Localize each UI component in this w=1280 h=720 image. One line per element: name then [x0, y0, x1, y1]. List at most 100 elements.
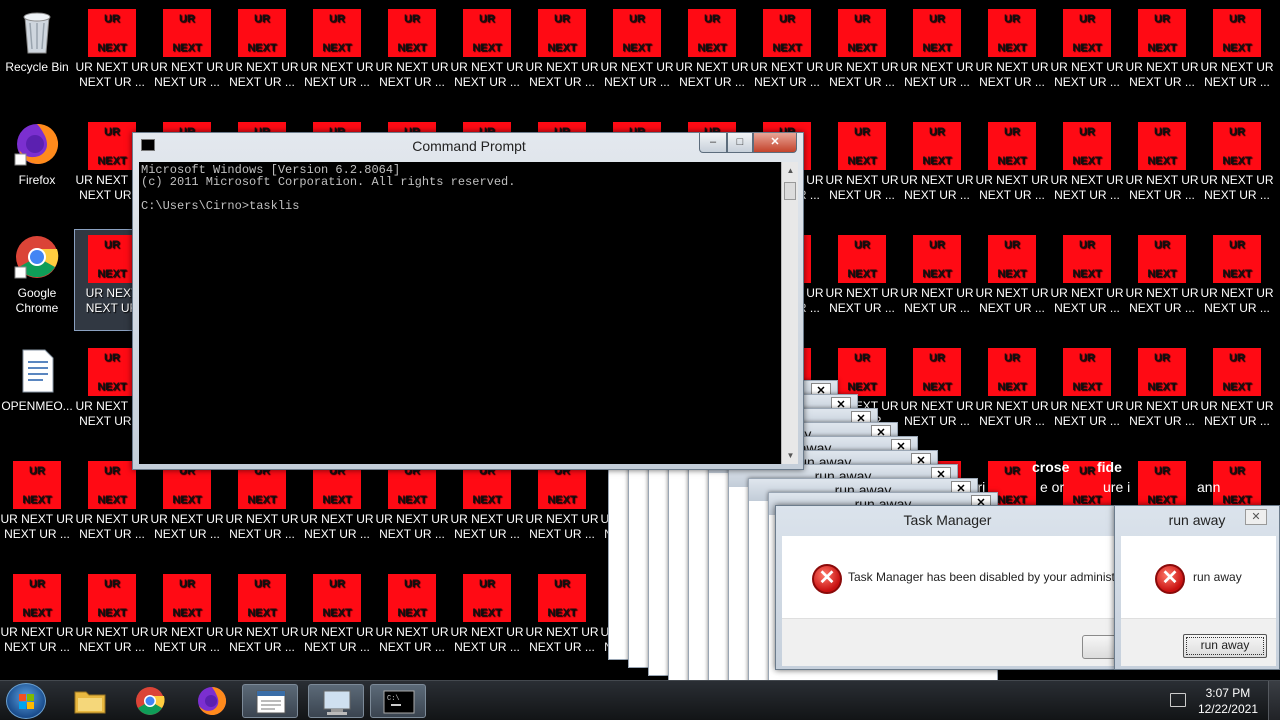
ur-next-shortcut[interactable]: URNEXTUR NEXT URNEXT UR ... — [1125, 343, 1199, 443]
ur-next-shortcut[interactable]: URNEXTUR NEXT URNEXT UR ... — [900, 230, 974, 330]
ur-next-shortcut[interactable]: URNEXTUR NEXT URNEXT UR ... — [525, 569, 599, 669]
scroll-up-icon[interactable]: ▲ — [782, 162, 799, 179]
ur-next-shortcut[interactable]: URNEXTUR NEXT URNEXT UR ... — [450, 456, 524, 556]
ur-next-shortcut[interactable]: URNEXTUR NEXT URNEXT UR ... — [1050, 117, 1124, 217]
taskbar-firefox[interactable] — [184, 684, 240, 718]
ur-next-shortcut[interactable]: URNEXTUR NEXT URNEXT UR ... — [1200, 230, 1274, 330]
ur-next-shortcut[interactable]: URNEXTUR NEXT URNEXT UR ... — [900, 117, 974, 217]
ur-next-shortcut[interactable]: URNEXTUR NEXT URNEXT UR ... — [1125, 117, 1199, 217]
close-button[interactable]: ✕ — [1245, 509, 1267, 525]
ur-next-shortcut[interactable]: URNEXTUR NEXT URNEXT UR ... — [1050, 4, 1124, 104]
ur-next-shortcut[interactable]: URNEXTUR NEXT URNEXT UR ... — [975, 343, 1049, 443]
scroll-thumb[interactable] — [784, 182, 796, 200]
network-icon[interactable] — [1170, 693, 1186, 707]
ur-next-shortcut[interactable]: URNEXTUR NEXT URNEXT UR ... — [450, 569, 524, 669]
ur-next-shortcut[interactable]: URNEXTUR NEXT URNEXT UR ... — [1200, 117, 1274, 217]
recycle-bin-shortcut[interactable]: Recycle Bin — [0, 4, 74, 104]
ur-next-shortcut[interactable]: URNEXTUR NEXT URNEXT UR ... — [825, 230, 899, 330]
ur-next-shortcut[interactable]: URNEXTUR NEXT URNEXT UR ... — [375, 4, 449, 104]
ur-next-shortcut[interactable]: URNEXTUR NEXT URNEXT UR ... — [75, 456, 149, 556]
document-shortcut[interactable]: OPENMEO... — [0, 343, 74, 443]
label-line: UR NEXT UR — [900, 60, 974, 74]
ur-next-shortcut[interactable]: URNEXTUR NEXT URNEXT UR ... — [225, 4, 299, 104]
ur-next-shortcut[interactable]: URNEXTUR NEXT URNEXT UR ... — [300, 4, 374, 104]
ur-next-shortcut[interactable]: URNEXTUR NEXT URNEXT UR ... — [1050, 343, 1124, 443]
icon-text-bottom: NEXT — [547, 42, 577, 54]
label-line: UR NEXT UR — [1200, 60, 1274, 74]
ur-next-shortcut[interactable]: URNEXTUR NEXT URNEXT UR ... — [1200, 343, 1274, 443]
icon-text-top: UR — [1004, 239, 1020, 251]
ur-next-shortcut[interactable]: URNEXTUR NEXT URNEXT UR ... — [1200, 4, 1274, 104]
ur-next-shortcut[interactable]: URNEXTUR NEXT URNEXT UR ... — [300, 569, 374, 669]
ur-next-label: UR NEXT URNEXT UR ... — [225, 512, 299, 542]
maximize-button[interactable]: □ — [727, 133, 753, 153]
ur-next-shortcut[interactable]: URNEXTUR NEXT URNEXT UR ... — [525, 456, 599, 556]
console-output[interactable]: Microsoft Windows [Version 6.2.8064] (c) … — [139, 162, 781, 464]
ur-next-shortcut[interactable]: URNEXTUR NEXT URNEXT UR ... — [1050, 230, 1124, 330]
firefox-shortcut[interactable]: Firefox — [0, 117, 74, 217]
taskbar-chrome[interactable] — [122, 684, 178, 718]
icon-text-top: UR — [854, 13, 870, 25]
ur-next-shortcut[interactable]: URNEXTUR NEXT URNEXT UR ... — [225, 456, 299, 556]
ur-next-shortcut[interactable]: URNEXTUR NEXT URNEXT UR ... — [825, 4, 899, 104]
ur-next-shortcut[interactable]: URNEXTUR NEXT URNEXT UR ... — [900, 343, 974, 443]
ur-next-shortcut[interactable]: URNEXTUR NEXT URNEXT UR ... — [975, 230, 1049, 330]
ur-next-shortcut[interactable]: URNEXTUR NEXT URNEXT UR ... — [450, 4, 524, 104]
ur-next-shortcut[interactable]: URNEXTUR NEXT URNEXT UR ... — [1125, 4, 1199, 104]
console-prompt-line[interactable]: C:\Users\Cirno>tasklis — [141, 200, 779, 212]
ur-next-image-icon: UR NEXT — [913, 122, 961, 170]
ur-next-shortcut[interactable]: URNEXTUR NEXT URNEXT UR ... — [825, 117, 899, 217]
ur-next-shortcut[interactable]: URNEXTUR NEXT URNEXT UR ... — [600, 4, 674, 104]
scroll-down-icon[interactable]: ▼ — [782, 447, 799, 464]
taskbar-computer[interactable] — [308, 684, 364, 718]
icon-text-top: UR — [104, 578, 120, 590]
start-button[interactable] — [6, 683, 46, 719]
ur-next-shortcut[interactable]: URNEXTUR NEXT URNEXT UR ... — [75, 569, 149, 669]
ur-next-label: UR NEXT URNEXT UR ... — [975, 286, 1049, 316]
label-line: NEXT UR ... — [1129, 75, 1195, 89]
ur-next-shortcut[interactable]: URNEXTUR NEXT URNEXT UR ... — [375, 569, 449, 669]
ur-next-shortcut[interactable]: URNEXTUR NEXT URNEXT UR ... — [150, 456, 224, 556]
icon-text-bottom: NEXT — [1222, 42, 1252, 54]
ur-next-shortcut[interactable]: URNEXTUR NEXT URNEXT UR ... — [150, 4, 224, 104]
ur-next-shortcut[interactable]: URNEXTUR NEXT URNEXT UR ... — [1125, 230, 1199, 330]
ur-next-image-icon: UR NEXT — [913, 9, 961, 57]
ur-next-shortcut[interactable]: URNEXTUR NEXT URNEXT UR ... — [525, 4, 599, 104]
ur-next-shortcut[interactable]: URNEXTUR NEXT URNEXT UR ... — [0, 456, 74, 556]
taskbar-explorer[interactable] — [62, 684, 118, 718]
close-button[interactable]: ✕ — [753, 133, 797, 153]
document-viewer-icon — [256, 690, 286, 714]
label-line: UR NEXT UR — [825, 60, 899, 74]
task-manager-dialog[interactable]: Task Manager ✕ Task Manager has been dis… — [775, 505, 1122, 670]
ur-next-shortcut[interactable]: URNEXTUR NEXT URNEXT UR ... — [300, 456, 374, 556]
ur-next-shortcut[interactable]: URNEXTUR NEXT URNEXT UR ... — [225, 569, 299, 669]
chrome-label: Google Chrome — [15, 286, 59, 315]
ur-next-shortcut[interactable]: URNEXTUR NEXT URNEXT UR ... — [750, 4, 824, 104]
ur-next-shortcut[interactable]: URNEXTUR NEXT URNEXT UR ... — [975, 117, 1049, 217]
taskbar-document-viewer[interactable] — [242, 684, 298, 718]
command-prompt-window[interactable]: Command Prompt – □ ✕ Microsoft Windows [… — [132, 132, 804, 470]
chrome-shortcut[interactable]: Google Chrome — [0, 230, 74, 330]
ur-next-shortcut[interactable]: URNEXTUR NEXT URNEXT UR ... — [675, 4, 749, 104]
clock-time: 3:07 PM — [1205, 686, 1251, 700]
desktop: Recycle Bin Firefox Google Chrome OPENME… — [0, 0, 1280, 720]
ur-next-shortcut[interactable]: URNEXTUR NEXT URNEXT UR ... — [75, 4, 149, 104]
ur-next-shortcut[interactable]: URNEXTUR NEXT URNEXT UR ... — [150, 569, 224, 669]
show-desktop-button[interactable] — [1268, 681, 1280, 720]
ur-next-shortcut[interactable]: URNEXTUR NEXT URNEXT UR ... — [975, 4, 1049, 104]
minimize-button[interactable]: – — [699, 133, 727, 153]
ur-next-shortcut[interactable]: URNEXTUR NEXT URNEXT UR ... — [0, 569, 74, 669]
taskbar-command-prompt[interactable]: C:\ — [370, 684, 426, 718]
taskbar: C:\ 3:07 PM 12/22/2021 — [0, 680, 1280, 720]
run-away-dialog[interactable]: run away ✕ ✕ run away run away — [1114, 505, 1280, 670]
icon-text-top: UR — [1004, 13, 1020, 25]
ur-next-shortcut[interactable]: URNEXTUR NEXT URNEXT UR ... — [375, 456, 449, 556]
ur-next-image-icon: UR NEXT — [1213, 9, 1261, 57]
ur-next-shortcut[interactable]: URNEXTUR NEXT URNEXT UR ... — [900, 4, 974, 104]
clock[interactable]: 3:07 PM 12/22/2021 — [1198, 685, 1258, 717]
run-away-button[interactable]: run away — [1183, 634, 1267, 658]
icon-text-top: UR — [479, 13, 495, 25]
label-line: UR NEXT UR — [75, 512, 149, 526]
vertical-scrollbar[interactable]: ▲ ▼ — [781, 162, 798, 464]
ur-next-label: UR NEXT URNEXT UR ... — [975, 173, 1049, 203]
